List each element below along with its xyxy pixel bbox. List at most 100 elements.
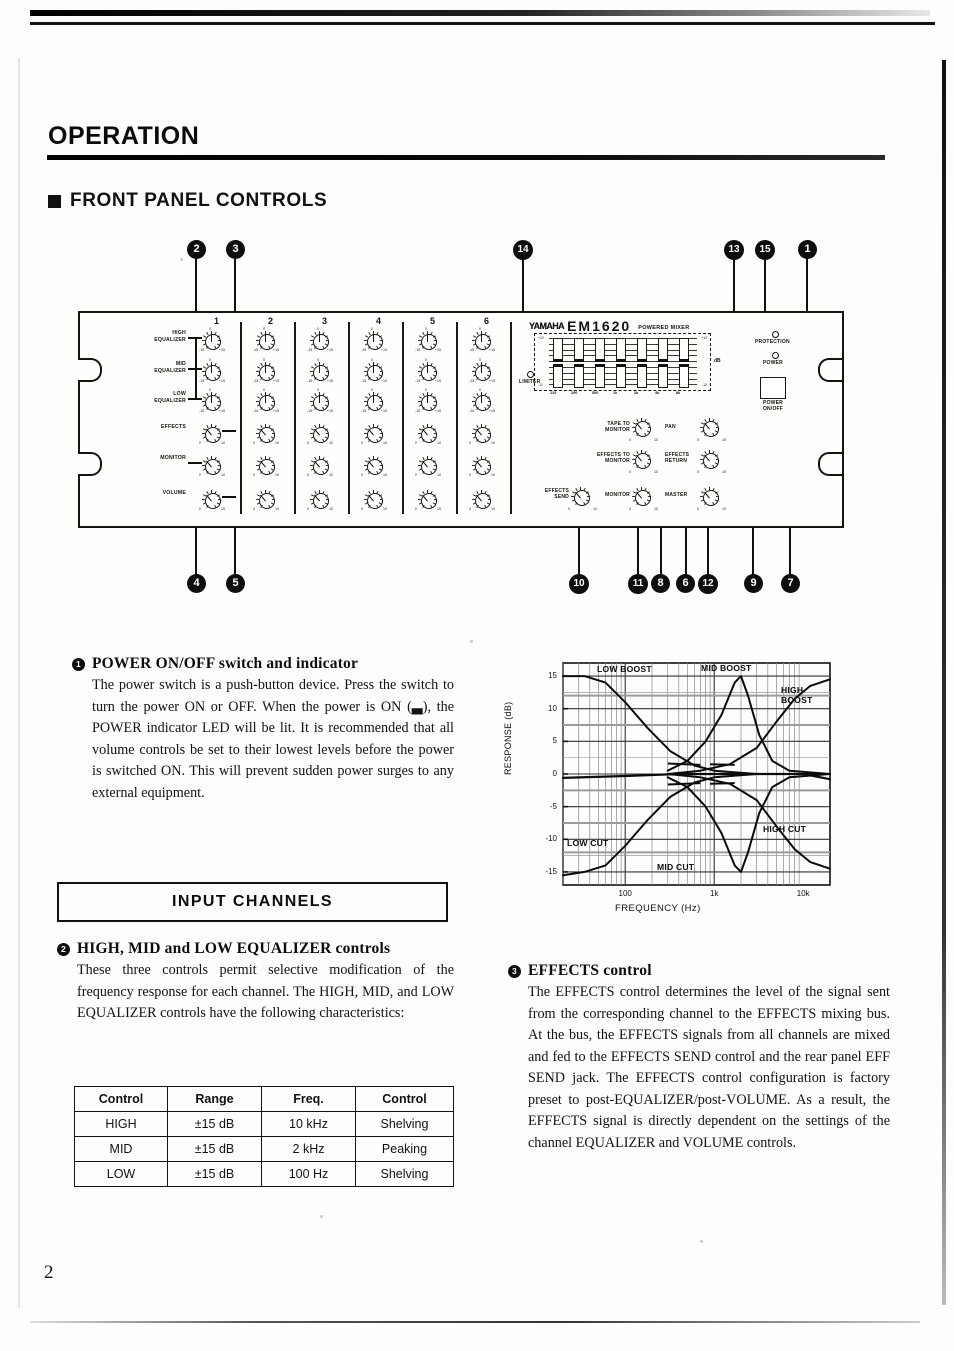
knob-scale-max: +15: [434, 379, 441, 383]
geq-slider-cap[interactable]: [616, 359, 626, 367]
knob-ch1-mid-eq[interactable]: 0 -15 +15: [199, 358, 225, 383]
knob-ch1-low-eq[interactable]: 0 -15 +15: [199, 388, 225, 413]
scan-edge-top-2: [30, 22, 935, 25]
subsection-title: FRONT PANEL CONTROLS: [48, 190, 327, 212]
table-cell: ±15 dB: [167, 1111, 262, 1137]
knob-ch3-effects[interactable]: 0 10: [307, 424, 333, 445]
knob-scale-max: 10: [437, 441, 441, 445]
knob-ch6-mid-eq[interactable]: 0 -15 +15: [469, 358, 495, 383]
section-effects-title: 3 EFFECTS control: [508, 962, 890, 980]
geq-slider-1k[interactable]: [616, 338, 626, 388]
geq-slider-2k[interactable]: [637, 338, 647, 388]
scan-speck: [700, 1240, 703, 1243]
section-number-badge: 1: [72, 657, 85, 671]
knob-effects-send[interactable]: 0 10: [568, 487, 597, 511]
knob-scale-center: 0: [425, 358, 427, 363]
knob-scale-max: 10: [722, 470, 726, 474]
geq-slider-4k[interactable]: [658, 338, 668, 388]
knob-ch1-effects[interactable]: 0 10: [199, 424, 225, 445]
table-cell: Shelving: [355, 1161, 454, 1187]
knob-ch2-mid-eq[interactable]: 0 -15 +15: [253, 358, 279, 383]
geq-slider-cap[interactable]: [595, 359, 605, 367]
knob-ch4-low-eq[interactable]: 0 -15 +15: [361, 388, 387, 413]
callout-12: 12: [698, 574, 718, 594]
knob-effects-to-monitor[interactable]: 0 10: [629, 450, 658, 474]
knob-scale-max: +15: [218, 409, 225, 413]
geq-slider-cap[interactable]: [553, 359, 563, 367]
knob-scale-max: 10: [383, 441, 387, 445]
knob-ch5-volume[interactable]: 0 10: [415, 490, 441, 511]
knob-ch1-high-eq[interactable]: 0 -15 +15: [199, 327, 225, 352]
knob-ch4-monitor[interactable]: 0 10: [361, 456, 387, 477]
knob-scale-center: 0: [479, 358, 481, 363]
knob-master[interactable]: 0 10: [697, 487, 726, 511]
knob-ch3-volume[interactable]: 0 10: [307, 490, 333, 511]
knob-effects-return[interactable]: 0 10: [697, 450, 726, 474]
knob-ch5-effects[interactable]: 0 10: [415, 424, 441, 445]
knob-scale-max: +15: [326, 379, 333, 383]
knob-ch2-high-eq[interactable]: 0 -15 +15: [253, 327, 279, 352]
section-equalizer: 2 HIGH, MID and LOW EQUALIZER controls Th…: [57, 940, 454, 1025]
knob-ch5-monitor[interactable]: 0 10: [415, 456, 441, 477]
power-switch[interactable]: [760, 377, 786, 399]
row-label-monitor: MONITOR: [160, 455, 186, 461]
geq-slider-250[interactable]: [574, 338, 584, 388]
table-header-row: Control Range Freq. Control: [74, 1086, 454, 1112]
knob-ch3-monitor[interactable]: 0 10: [307, 456, 333, 477]
knob-scale-min: 0: [469, 507, 471, 511]
knob-ch2-effects[interactable]: 0 10: [253, 424, 279, 445]
chart-annotation-mid-boost: MID BOOST: [701, 663, 752, 673]
channel-number-1: 1: [214, 316, 220, 326]
knob-ch6-monitor[interactable]: 0 10: [469, 456, 495, 477]
knob-ch3-mid-eq[interactable]: 0 -15 +15: [307, 358, 333, 383]
knob-ch1-monitor[interactable]: 0 10: [199, 456, 225, 477]
channel-divider: [456, 322, 458, 514]
knob-ch2-volume[interactable]: 0 10: [253, 490, 279, 511]
knob-ch3-high-eq[interactable]: 0 -15 +15: [307, 327, 333, 352]
knob-pan[interactable]: 0 10: [697, 418, 726, 442]
knob-ch6-volume[interactable]: 0 10: [469, 490, 495, 511]
knob-scale-max: 10: [275, 441, 279, 445]
geq-slider-cap[interactable]: [658, 359, 668, 367]
knob-scale-min: -15: [307, 348, 313, 352]
geq-slider-cap[interactable]: [679, 359, 689, 367]
knob-ch5-high-eq[interactable]: 0 -15 +15: [415, 327, 441, 352]
knob-ch6-high-eq[interactable]: 0 -15 +15: [469, 327, 495, 352]
table-header-0: Control: [74, 1086, 168, 1112]
geq-slider-125[interactable]: [553, 338, 563, 388]
manual-page: OPERATION FRONT PANEL CONTROLS 2 3 14 13…: [0, 0, 954, 1351]
knob-ch5-mid-eq[interactable]: 0 -15 +15: [415, 358, 441, 383]
label-connector: [222, 496, 236, 498]
knob-ch2-low-eq[interactable]: 0 -15 +15: [253, 388, 279, 413]
knob-scale-center: 0: [317, 358, 319, 363]
knob-ch6-effects[interactable]: 0 10: [469, 424, 495, 445]
geq-slider-cap[interactable]: [637, 359, 647, 367]
geq-freq-label-2k: 2k: [634, 391, 639, 395]
knob-scale-max: 10: [722, 507, 726, 511]
label-effects-send: EFFECTS SEND: [544, 488, 569, 501]
knob-ch5-low-eq[interactable]: 0 -15 +15: [415, 388, 441, 413]
equalizer-spec-table: Control Range Freq. Control HIGH ±15 dB 10 kH…: [74, 1086, 454, 1187]
knob-ch4-effects[interactable]: 0 10: [361, 424, 387, 445]
knob-ch2-monitor[interactable]: 0 10: [253, 456, 279, 477]
geq-slider-500[interactable]: [595, 338, 605, 388]
geq-slider-cap[interactable]: [574, 359, 584, 367]
power-switch-label: POWER ON/OFF: [762, 400, 784, 413]
chart-annotation-high-cut: HIGH CUT: [763, 824, 807, 834]
knob-scale-max: +15: [380, 348, 387, 352]
knob-ch4-volume[interactable]: 0 10: [361, 490, 387, 511]
section-equalizer-body: These three controls permit selective mo…: [77, 962, 454, 1022]
knob-ch3-low-eq[interactable]: 0 -15 +15: [307, 388, 333, 413]
knob-ch4-mid-eq[interactable]: 0 -15 +15: [361, 358, 387, 383]
geq-slider-8k[interactable]: [679, 338, 689, 388]
label-connector: [195, 337, 197, 399]
knob-ch1-volume[interactable]: 0 10: [199, 490, 225, 511]
knob-ch4-high-eq[interactable]: 0 -15 +15: [361, 327, 387, 352]
scan-edge-left: [18, 58, 20, 1308]
channel-divider: [294, 322, 296, 514]
knob-ch6-low-eq[interactable]: 0 -15 +15: [469, 388, 495, 413]
knob-scale-min: 0: [361, 441, 363, 445]
rack-ear-notch-right-bottom: [818, 452, 842, 476]
knob-tape-to-monitor[interactable]: 0 10: [629, 418, 658, 442]
knob-monitor[interactable]: 0 10: [629, 487, 658, 511]
